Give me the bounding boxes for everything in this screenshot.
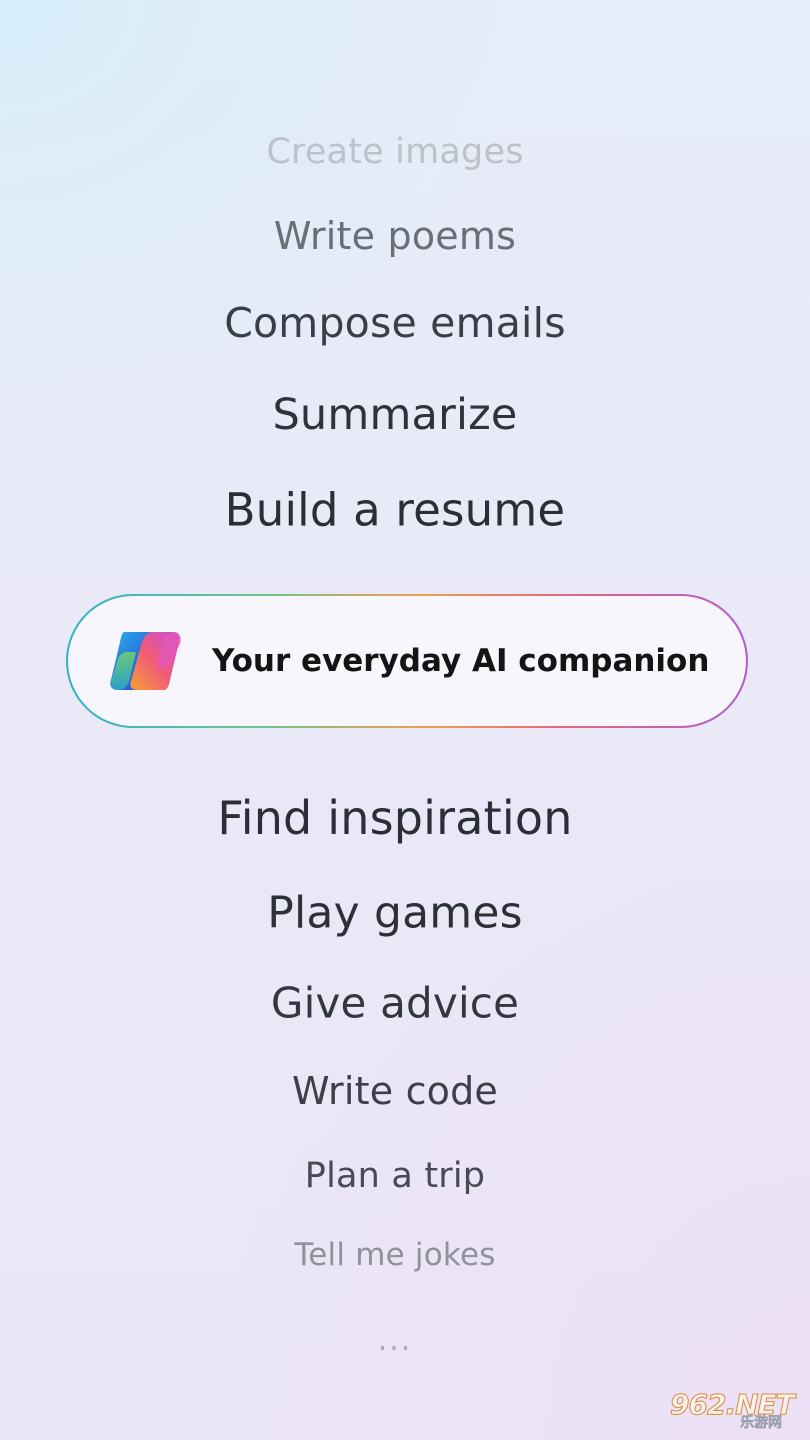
- carousel-item-plan-trip: Plan a trip: [304, 1156, 486, 1196]
- watermark-logo: 962.NET 乐游网: [666, 1388, 806, 1432]
- carousel-item-write-code: Write code: [291, 1069, 499, 1113]
- carousel-item-tell-jokes: Tell me jokes: [294, 1237, 496, 1273]
- highlight-pill: Your everyday AI companion: [66, 594, 748, 728]
- carousel-item-find-inspiration: Find inspiration: [217, 791, 573, 845]
- carousel-item-write-poems: Write poems: [273, 214, 517, 258]
- carousel-item-summarize: Summarize: [272, 390, 518, 440]
- carousel-item-play-games: Play games: [267, 887, 523, 939]
- carousel-item-create-images: Create images: [266, 132, 524, 172]
- feature-carousel: Create images Write poems Compose emails…: [0, 0, 810, 1440]
- watermark-sub-text: 乐游网: [740, 1415, 783, 1432]
- highlight-label: Your everyday AI companion: [212, 643, 710, 679]
- carousel-item-build-resume: Build a resume: [224, 483, 566, 537]
- carousel-item-compose-emails: Compose emails: [224, 299, 566, 347]
- more-indicator: ...: [377, 1323, 413, 1358]
- carousel-item-give-advice: Give advice: [270, 978, 520, 1028]
- copilot-logo-icon: [110, 632, 181, 690]
